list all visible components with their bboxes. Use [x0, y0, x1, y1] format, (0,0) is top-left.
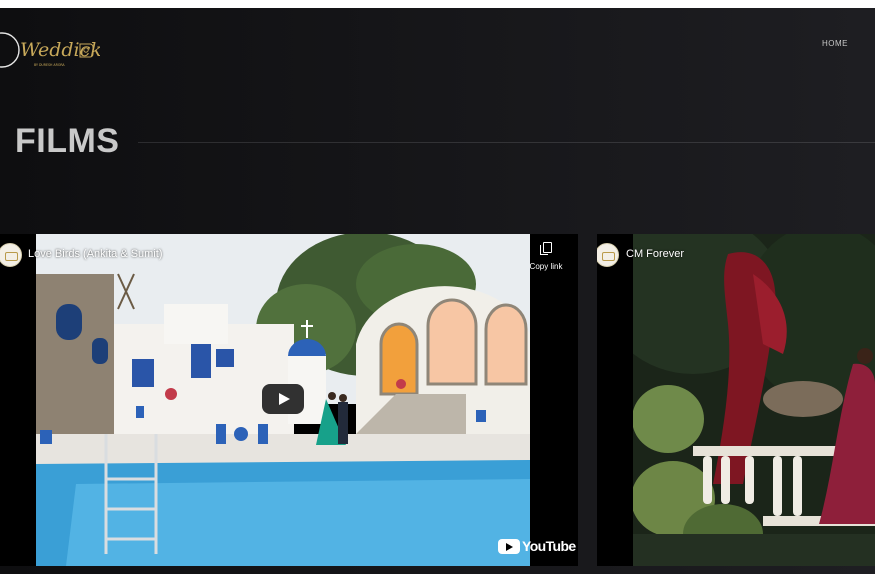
youtube-icon — [498, 538, 520, 554]
video-embed-cm-forever[interactable]: CM Forever — [597, 234, 875, 566]
brand-logo-tagline: BY DURESH ARORA — [34, 63, 65, 67]
channel-avatar[interactable] — [0, 243, 22, 267]
copy-link-button[interactable]: Copy link — [524, 242, 568, 271]
play-button[interactable] — [262, 384, 304, 414]
nav-home-link[interactable]: HOME — [822, 39, 848, 48]
youtube-wordmark: YouTube — [522, 538, 576, 554]
copy-icon — [539, 242, 553, 256]
page-frame: Weddicks BY DURESH ARORA HOME FILMS — [0, 8, 875, 574]
video-embed-love-birds[interactable]: Love Birds (Ankita & Sumit) Copy link Yo… — [0, 234, 578, 566]
video-thumbnail[interactable] — [633, 234, 875, 566]
page-title: FILMS — [15, 122, 120, 160]
copy-link-label: Copy link — [529, 262, 563, 271]
video-title[interactable]: Love Birds (Ankita & Sumit) — [28, 248, 163, 260]
video-title[interactable]: CM Forever — [626, 248, 684, 260]
youtube-logo-link[interactable]: YouTube — [498, 537, 576, 555]
channel-avatar[interactable] — [597, 243, 619, 267]
title-divider — [138, 142, 875, 143]
brand-logo[interactable]: Weddicks BY DURESH ARORA — [0, 22, 100, 78]
